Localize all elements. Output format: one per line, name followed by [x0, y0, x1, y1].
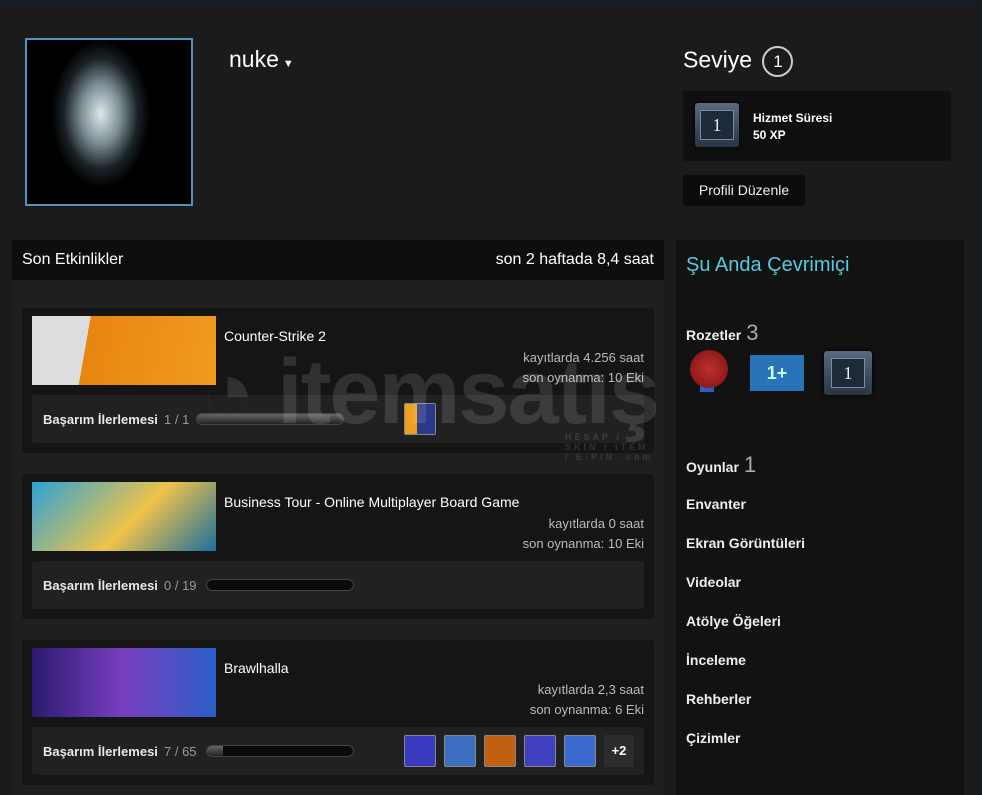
badges-label: Rozetler [686, 327, 742, 343]
xp-value: 50 XP [753, 128, 786, 142]
game-last-played: son oynanma: 6 Eki [529, 702, 644, 717]
badge-number: 1 [831, 358, 865, 388]
recent-activity-panel: Son Etkinlikler son 2 haftada 8,4 saat Co… [12, 240, 664, 795]
profile-sidebar: Şu Anda Çevrimiçi Rozetler 3 1+ 1 Oyunlar… [676, 240, 964, 795]
no-entry-icon[interactable] [444, 735, 476, 767]
sidebar-link[interactable]: Çizimler [686, 730, 740, 746]
wax-seal-badge-icon[interactable] [690, 350, 730, 396]
achievement-progress[interactable]: Başarım İlerlemesi 1 / 1 [32, 395, 644, 443]
game-name[interactable]: Business Tour - Online Multiplayer Board… [224, 494, 519, 510]
achievement-label: Başarım İlerlemesi [43, 744, 158, 759]
sword-icon[interactable] [404, 735, 436, 767]
avatar [25, 38, 193, 206]
game-last-played: son oynanma: 10 Eki [522, 536, 644, 551]
game-hours: kayıtlarda 0 saat [548, 516, 644, 531]
2x-icon[interactable] [484, 735, 516, 767]
badges-link[interactable]: Rozetler 3 [686, 320, 758, 346]
edit-profile-button[interactable]: Profili Düzenle [683, 175, 805, 206]
one-plus-badge-icon[interactable]: 1+ [750, 355, 804, 391]
xp-badge-box[interactable]: 1 Hizmet Süresi 50 XP [683, 91, 951, 161]
achievement-progress[interactable]: Başarım İlerlemesi 0 / 19 [32, 561, 644, 609]
level-number: 1 [762, 46, 794, 77]
playtime-summary: son 2 haftada 8,4 saat [495, 251, 654, 268]
level-label: Seviye [683, 46, 753, 73]
sidebar-link[interactable]: Ekran Görüntüleri [686, 535, 805, 551]
profile-name[interactable]: nuke ▼ [229, 46, 294, 73]
top-bar [0, 0, 982, 4]
sidebar-link[interactable]: İnceleme [686, 652, 746, 668]
game-card: Business Tour - Online Multiplayer Board… [22, 474, 654, 619]
games-count: 1 [743, 452, 757, 477]
achievement-progress-bar [206, 579, 354, 591]
splash-icon[interactable] [564, 735, 596, 767]
cs-achievement-icon[interactable] [404, 403, 436, 435]
badges-count: 3 [746, 320, 759, 345]
achievement-label: Başarım İlerlemesi [43, 578, 158, 593]
years-of-service-badge-icon: 1 [695, 103, 739, 147]
game-last-played: son oynanma: 10 Eki [522, 370, 644, 385]
profile-name-text: nuke [229, 46, 279, 72]
game-capsule-image[interactable] [32, 648, 216, 717]
achievement-count: 0 / 19 [164, 578, 197, 593]
game-capsule-image[interactable] [32, 316, 216, 385]
sidebar-link[interactable]: Atölye Öğeleri [686, 613, 781, 629]
online-status: Şu Anda Çevrimiçi [686, 254, 850, 276]
games-label: Oyunlar [686, 459, 739, 475]
game-card: Counter-Strike 2 kayıtlarda 4.256 saat so… [22, 308, 654, 453]
achievement-progress-bar [196, 413, 344, 425]
achievement-count: 7 / 65 [164, 744, 197, 759]
page-scrollbar[interactable] [976, 0, 982, 795]
caret-down-icon[interactable]: ▼ [283, 58, 294, 70]
star-icon[interactable] [524, 735, 556, 767]
game-name[interactable]: Brawlhalla [224, 660, 289, 676]
more-achievements-button[interactable]: +2 [604, 735, 634, 767]
achievement-progress[interactable]: Başarım İlerlemesi 7 / 65 +2 [32, 727, 644, 775]
achievement-label: Başarım İlerlemesi [43, 412, 158, 427]
achievement-progress-bar [206, 745, 354, 757]
sidebar-link[interactable]: Envanter [686, 496, 746, 512]
games-link[interactable]: Oyunlar 1 [686, 452, 756, 478]
badge-number: 1 [700, 110, 734, 140]
recent-activity-title: Son Etkinlikler [22, 251, 124, 268]
xp-title: Hizmet Süresi [753, 111, 833, 125]
game-hours: kayıtlarda 4.256 saat [523, 350, 644, 365]
sidebar-link[interactable]: Videolar [686, 574, 741, 590]
game-name[interactable]: Counter-Strike 2 [224, 328, 326, 344]
game-capsule-image[interactable] [32, 482, 216, 551]
achievement-count: 1 / 1 [164, 412, 190, 427]
level-display: Seviye 1 [683, 46, 794, 77]
years-of-service-badge-icon[interactable]: 1 [824, 351, 872, 395]
game-hours: kayıtlarda 2,3 saat [537, 682, 644, 697]
sidebar-link[interactable]: Rehberler [686, 691, 751, 707]
game-card: Brawlhalla kayıtlarda 2,3 saat son oynanm… [22, 640, 654, 785]
